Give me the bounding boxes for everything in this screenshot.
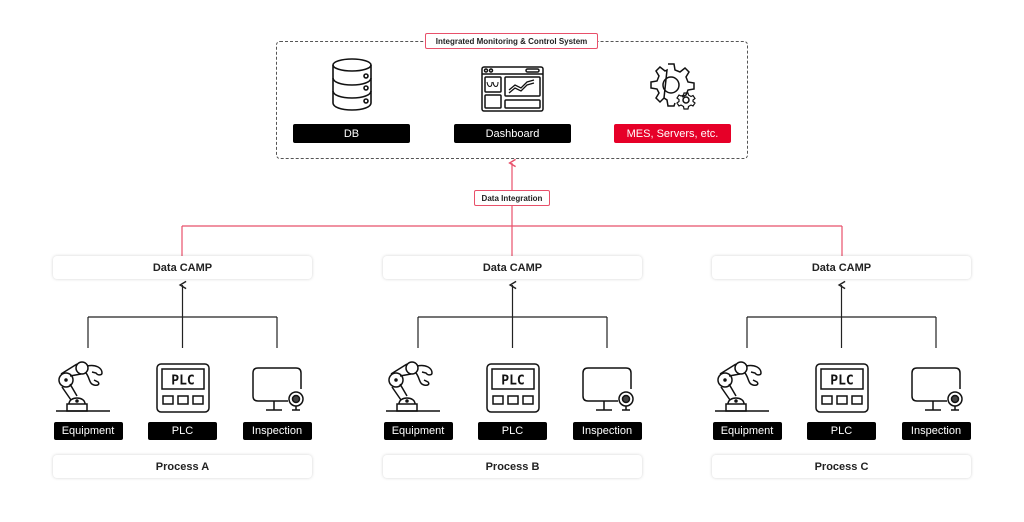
robot-arm-icon <box>715 361 769 412</box>
camera-monitor-icon <box>911 367 963 411</box>
process-name-box: Process C <box>712 455 971 478</box>
plc-label: PLC <box>807 422 876 440</box>
plc-icon: PLC <box>814 363 869 413</box>
inspection-label: Inspection <box>901 422 971 440</box>
equipment-label: Equipment <box>712 422 782 440</box>
data-camp-box: Data CAMP <box>712 256 971 279</box>
plc-icon-text: PLC <box>830 374 853 389</box>
